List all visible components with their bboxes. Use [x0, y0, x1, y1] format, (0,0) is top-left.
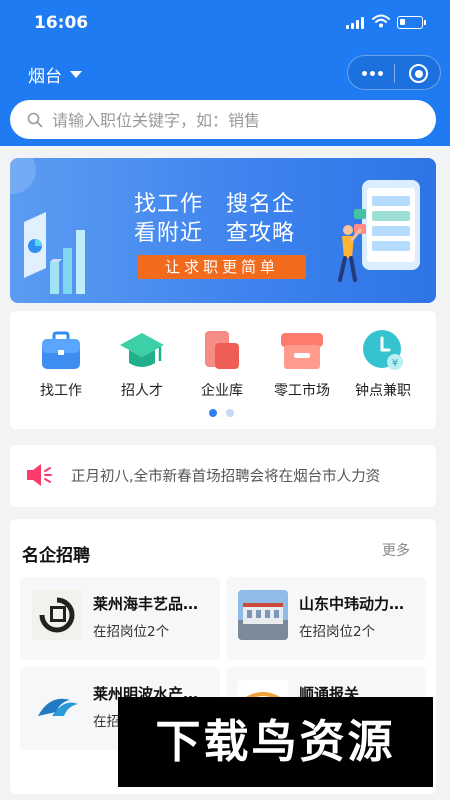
category-label: 找工作	[40, 383, 82, 399]
category-find-job[interactable]: 找工作	[21, 329, 101, 400]
more-link[interactable]: 更多	[382, 540, 410, 560]
wifi-icon	[372, 14, 390, 28]
company-logo	[32, 590, 82, 640]
category-label: 零工市场	[274, 383, 330, 399]
clock-coin-icon: ¥	[362, 329, 404, 371]
signal-icon	[346, 17, 366, 29]
status-time: 16:06	[34, 13, 89, 33]
search-icon	[27, 112, 43, 128]
category-label: 企业库	[201, 383, 243, 399]
promo-banner[interactable]: 找工作 搜名企 看附近 查攻略 让求职更简单	[10, 158, 436, 303]
search-bar[interactable]	[10, 100, 436, 139]
caret-down-icon	[70, 71, 82, 78]
capsule-divider	[394, 64, 395, 83]
search-input[interactable]	[52, 108, 422, 132]
section-title: 名企招聘	[22, 546, 90, 566]
speaker-icon	[27, 464, 52, 486]
page-dot-active	[209, 409, 217, 417]
target-icon[interactable]	[409, 64, 428, 83]
page-indicator	[209, 409, 235, 417]
company-card[interactable]: 山东中玮动力… 在招岗位2个	[226, 577, 426, 660]
company-positions: 在招岗位2个	[299, 624, 376, 640]
category-hourly-part-time[interactable]: ¥ 钟点兼职	[343, 329, 423, 400]
more-dots-icon[interactable]	[362, 71, 383, 76]
category-gig-market[interactable]: 零工市场	[262, 329, 342, 400]
mini-program-capsule	[347, 55, 441, 90]
banner-headline-2: 看附近 查攻略	[134, 221, 296, 246]
category-label: 招人才	[121, 383, 163, 399]
briefcase-icon	[40, 329, 82, 371]
watermark: 下载鸟资源	[118, 697, 433, 787]
company-name: 山东中玮动力…	[299, 595, 405, 613]
document-icon	[201, 329, 243, 371]
city-label: 烟台	[28, 67, 62, 87]
phone-person-illustration	[338, 180, 420, 282]
city-selector[interactable]: 烟台	[28, 62, 82, 87]
svg-text:¥: ¥	[392, 358, 398, 369]
page-dot	[226, 409, 234, 417]
company-name: 莱州海丰艺品…	[93, 595, 199, 613]
category-grid: 找工作 招人才 企业库 零工市场 ¥ 钟点兼职	[10, 311, 436, 429]
category-company-library[interactable]: 企业库	[182, 329, 262, 400]
battery-icon	[397, 16, 426, 29]
bar-chart-illustration	[24, 212, 85, 294]
category-label: 钟点兼职	[355, 383, 411, 399]
shop-icon	[281, 329, 323, 371]
graduation-cap-icon	[120, 329, 164, 371]
banner-slogan: 让求职更简单	[138, 255, 306, 279]
company-logo	[238, 590, 288, 640]
company-logo	[32, 680, 82, 730]
company-card[interactable]: 莱州海丰艺品… 在招岗位2个	[20, 577, 220, 660]
company-positions: 在招岗位2个	[93, 624, 170, 640]
announcement-text: 正月初八,全市新春首场招聘会将在烟台市人力资	[71, 469, 381, 485]
banner-headline-1: 找工作 搜名企	[134, 192, 296, 217]
status-bar: 16:06	[0, 0, 450, 48]
announcement-bar[interactable]: 正月初八,全市新春首场招聘会将在烟台市人力资	[10, 445, 436, 507]
banner-decoration	[10, 158, 36, 194]
company-positions: 在招	[93, 714, 120, 730]
category-recruit[interactable]: 招人才	[102, 329, 182, 400]
